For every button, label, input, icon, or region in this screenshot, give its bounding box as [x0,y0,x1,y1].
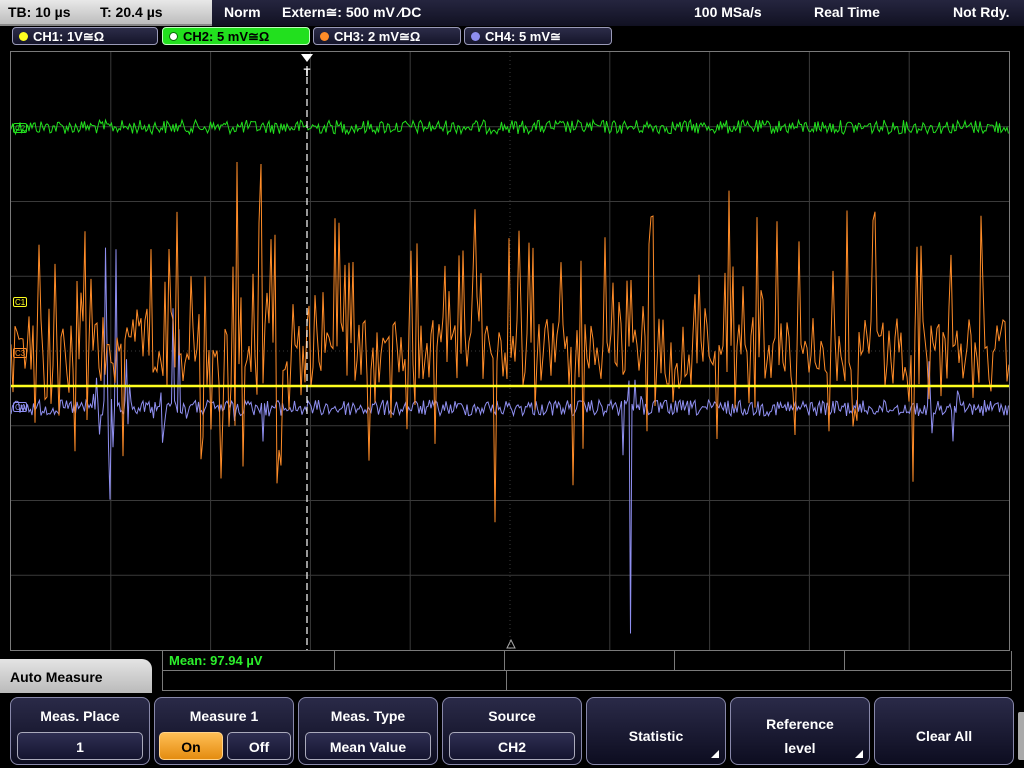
channel-tab-label: CH4: 5 mV≅ [485,29,561,44]
channel-tab-label: CH2: 5 mV≅Ω [183,29,270,44]
source-value[interactable]: CH2 [449,732,575,760]
trigger-time-value: T: 20.4 µs [100,4,163,20]
softkey-label: Source [488,708,536,724]
softkey-bar: Meas. Place 1 Measure 1 On Off Meas. Typ… [0,693,1024,768]
channel-tab-ch3[interactable]: CH3: 2 mV≅Ω [313,27,461,45]
measurement-cell [505,651,675,670]
mean-value: Mean: 97.94 µV [169,653,263,668]
menu-title: Auto Measure [10,669,103,685]
trigger-position-icon [301,54,313,62]
softkey-label: Clear All [915,728,973,744]
softkey-label: Meas. Type [330,708,406,724]
meas-type-softkey[interactable]: Meas. Type Mean Value [298,697,438,765]
ch3-offset-marker[interactable]: C3 [13,348,28,358]
clear-all-softkey[interactable]: Clear All [874,697,1014,765]
waveform-display[interactable]: T C2 C1 C3 C4 [10,51,1010,651]
meas-type-value[interactable]: Mean Value [305,732,431,760]
channel-tab-ch2[interactable]: CH2: 5 mV≅Ω [162,27,310,45]
ch1-offset-marker[interactable]: C1 [13,297,28,307]
softkey-label: level [784,740,816,756]
ch3-color-dot [320,32,329,41]
horizontal-center-marker [506,638,516,649]
channel-tab-ch4[interactable]: CH4: 5 mV≅ [464,27,612,45]
softkey-label: Reference [766,716,834,732]
trigger-marker-label: T [304,67,311,79]
channel-bar: CH1: 1V≅Ω CH2: 5 mV≅Ω CH3: 2 mV≅Ω CH4: 5… [0,26,1024,48]
trigger-mode[interactable]: Norm [224,0,261,24]
measurement-cell: Mean: 97.94 µV [163,651,335,670]
waveform-canvas: T [11,52,1009,650]
measurement-divider [506,670,507,691]
ch2-color-dot [169,32,178,41]
sample-rate: 100 MSa/s [694,4,762,20]
measure1-on-button[interactable]: On [159,732,223,760]
meas-place-value[interactable]: 1 [17,732,143,760]
reference-level-softkey[interactable]: Reference level [730,697,870,765]
measurement-results: Mean: 97.94 µV [162,651,1012,691]
trigger-source[interactable]: Extern≅: 500 mV ⁄DC [282,0,421,24]
channel-tab-label: CH3: 2 mV≅Ω [334,29,421,44]
softkey-label: Meas. Place [40,708,120,724]
trigger-status: Not Rdy. [953,4,1010,20]
status-bar: TB: 10 µs T: 20.4 µs Norm Extern≅: 500 m… [0,0,1024,26]
ch4-offset-marker[interactable]: C4 [13,402,28,412]
submenu-indicator-icon [855,750,863,758]
softkey-label: Measure 1 [189,708,259,724]
menu-title-tab: Auto Measure [0,659,152,695]
ch1-color-dot [19,32,28,41]
acquisition-mode: Real Time [814,4,880,20]
timebase-box[interactable]: TB: 10 µs T: 20.4 µs [0,0,212,26]
statistic-softkey[interactable]: Statistic [586,697,726,765]
menu-scroll-tab[interactable] [1018,712,1024,760]
measure1-softkey[interactable]: Measure 1 On Off [154,697,294,765]
ch2-offset-marker[interactable]: C2 [13,123,28,133]
ch4-color-dot [471,32,480,41]
channel-tab-label: CH1: 1V≅Ω [33,29,105,44]
submenu-indicator-icon [711,750,719,758]
measurement-cell [335,651,505,670]
graticule-grid [11,52,1009,650]
source-softkey[interactable]: Source CH2 [442,697,582,765]
softkey-label: Statistic [628,728,684,744]
measurement-cell [675,651,845,670]
meas-place-softkey[interactable]: Meas. Place 1 [10,697,150,765]
timebase-value: TB: 10 µs [8,4,71,20]
measurement-divider [163,670,1011,671]
channel-tab-ch1[interactable]: CH1: 1V≅Ω [12,27,158,45]
measure1-off-button[interactable]: Off [227,732,291,760]
